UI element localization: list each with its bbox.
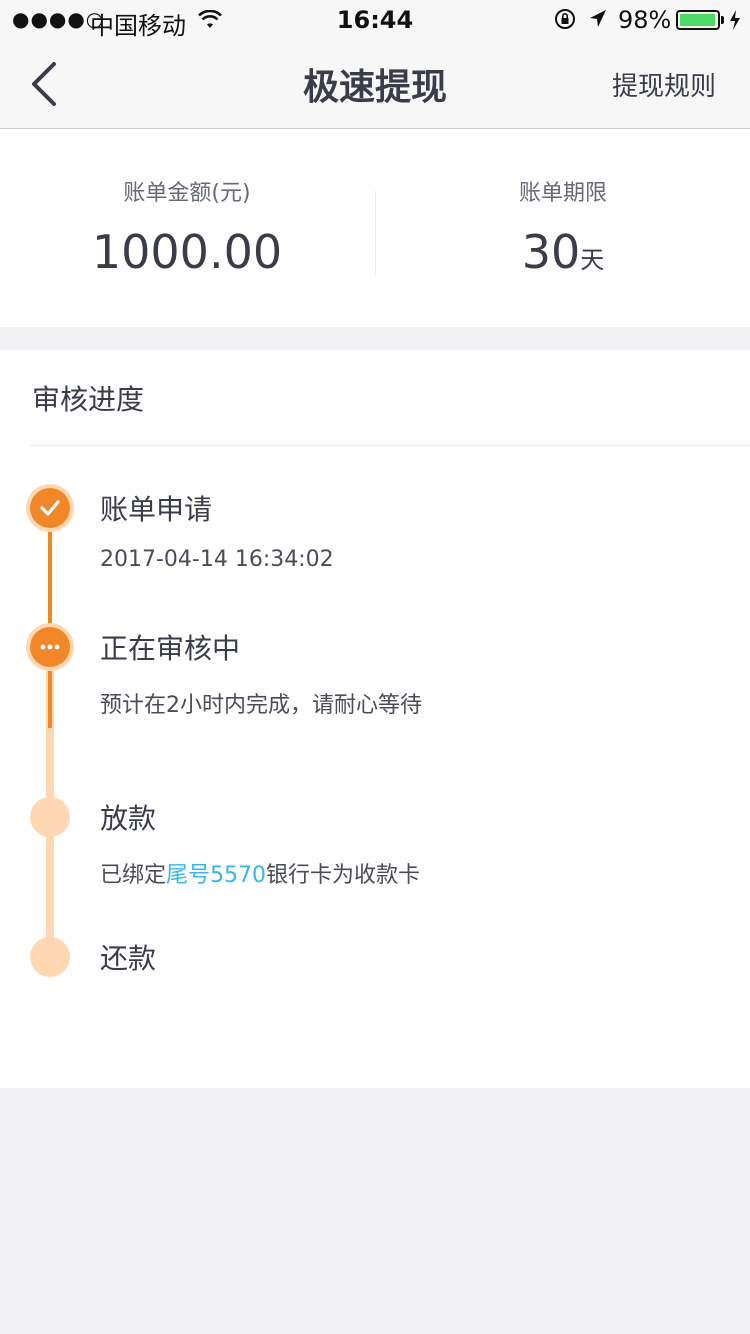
battery-level — [680, 14, 716, 26]
bill-term-unit: 天 — [580, 246, 605, 274]
check-icon — [40, 500, 60, 516]
battery-icon — [676, 10, 720, 30]
bill-term-label: 账单期限 — [518, 181, 607, 206]
step-repayment-title: 还款 — [100, 942, 157, 975]
step-reviewing-title: 正在审核中 — [100, 632, 241, 665]
review-progress-card: 审核进度 账单申请 2017-04-14 16:34:02 正在审核中 预计在2… — [0, 350, 750, 1088]
step-disbursement-desc: 已绑定尾号5570银行卡为收款卡 — [100, 857, 420, 889]
bill-amount-label: 账单金额(元) — [123, 181, 251, 206]
more-dots-icon — [40, 644, 60, 650]
bound-card-prefix: 已绑定 — [100, 863, 167, 888]
step-disbursement-node — [30, 797, 70, 837]
step-application-node — [30, 488, 70, 528]
back-chevron-icon[interactable] — [26, 60, 62, 108]
timeline-track-done — [48, 508, 52, 728]
step-reviewing-node — [30, 627, 70, 667]
navigation-bar: 极速提现 提现规则 — [0, 40, 750, 129]
progress-divider — [30, 445, 750, 446]
bill-term-block: 账单期限 30天 — [376, 129, 750, 327]
bill-term-value: 30天 — [376, 225, 750, 279]
bill-amount-block: 账单金额(元) 1000.00 — [0, 129, 374, 327]
step-application-title: 账单申请 — [100, 493, 213, 526]
step-disbursement-title: 放款 — [100, 802, 157, 835]
withdraw-rules-link[interactable]: 提现规则 — [612, 66, 716, 103]
rotation-lock-icon — [555, 9, 575, 29]
step-repayment-node — [30, 937, 70, 977]
card-tail-number: 尾号5570 — [166, 863, 267, 888]
status-bar: ●●●●○ 中国移动 16:44 98% — [0, 0, 750, 40]
location-arrow-icon — [590, 10, 606, 27]
progress-title: 审核进度 — [32, 383, 145, 416]
charging-bolt-icon — [730, 10, 740, 30]
bill-term-number: 30 — [521, 225, 581, 279]
bill-amount-value: 1000.00 — [91, 225, 283, 279]
step-reviewing-desc: 预计在2小时内完成，请耐心等待 — [100, 693, 422, 718]
battery-percent: 98% — [618, 6, 672, 34]
step-application-time: 2017-04-14 16:34:02 — [100, 547, 334, 572]
bill-summary: 账单金额(元) 1000.00 账单期限 30天 — [0, 129, 750, 327]
bound-card-suffix: 银行卡为收款卡 — [266, 863, 421, 888]
battery-cap — [721, 16, 724, 24]
